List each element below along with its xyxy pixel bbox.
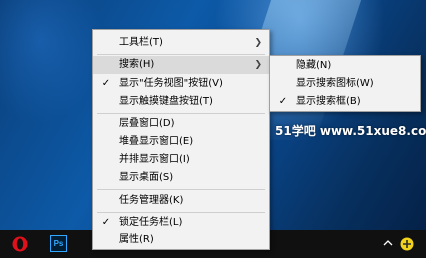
menu-item-show-desktop[interactable]: 显示桌面(S) xyxy=(93,169,269,187)
menu-item-lock-taskbar[interactable]: ✓ 锁定任务栏(L) xyxy=(93,214,269,232)
submenu-item-label: 隐藏(N) xyxy=(296,60,332,71)
menu-item-label: 显示桌面(S) xyxy=(119,172,174,183)
tray-app-icon[interactable] xyxy=(400,237,414,251)
menu-separator xyxy=(97,113,265,114)
watermark-text: 51学吧 www.51xue8.com xyxy=(275,124,426,138)
opera-icon[interactable] xyxy=(12,236,28,252)
taskbar-context-menu: 工具栏(T) ❯ 搜索(H) ❯ ✓ 显示"任务视图"按钮(V) 显示触摸键盘按… xyxy=(92,29,270,250)
submenu-item-show-search-box[interactable]: ✓ 显示搜索框(B) xyxy=(270,93,420,111)
menu-item-search[interactable]: 搜索(H) ❯ xyxy=(93,56,269,74)
checkmark-icon: ✓ xyxy=(101,217,111,228)
submenu-item-hidden[interactable]: 隐藏(N) xyxy=(270,57,420,75)
menu-item-label: 锁定任务栏(L) xyxy=(119,217,183,228)
photoshop-icon[interactable]: Ps xyxy=(50,235,67,252)
menu-item-label: 属性(R) xyxy=(119,234,154,245)
submenu-item-label: 显示搜索框(B) xyxy=(296,96,361,107)
menu-separator xyxy=(97,54,265,55)
chevron-right-icon: ❯ xyxy=(254,38,262,48)
menu-item-label: 层叠窗口(D) xyxy=(119,118,175,129)
menu-item-side-by-side-windows[interactable]: 并排显示窗口(I) xyxy=(93,151,269,169)
menu-item-label: 显示触摸键盘按钮(T) xyxy=(119,96,213,107)
menu-item-stack-windows[interactable]: 堆叠显示窗口(E) xyxy=(93,133,269,151)
menu-item-label: 显示"任务视图"按钮(V) xyxy=(119,78,223,89)
menu-item-cascade-windows[interactable]: 层叠窗口(D) xyxy=(93,115,269,133)
menu-separator xyxy=(97,212,265,213)
menu-item-task-view-button[interactable]: ✓ 显示"任务视图"按钮(V) xyxy=(93,75,269,93)
submenu-item-label: 显示搜索图标(W) xyxy=(296,78,374,89)
menu-item-label: 任务管理器(K) xyxy=(119,195,184,206)
checkmark-icon: ✓ xyxy=(101,78,111,89)
submenu-item-show-search-icon[interactable]: 显示搜索图标(W) xyxy=(270,75,420,93)
menu-item-label: 堆叠显示窗口(E) xyxy=(119,136,194,147)
menu-item-task-manager[interactable]: 任务管理器(K) xyxy=(93,192,269,210)
menu-item-label: 工具栏(T) xyxy=(119,37,163,48)
search-submenu: 隐藏(N) 显示搜索图标(W) ✓ 显示搜索框(B) xyxy=(269,55,421,112)
menu-separator xyxy=(97,189,265,190)
chevron-up-icon[interactable] xyxy=(383,238,393,248)
checkmark-icon: ✓ xyxy=(278,96,288,107)
menu-item-touch-keyboard-button[interactable]: 显示触摸键盘按钮(T) xyxy=(93,93,269,111)
menu-item-label: 搜索(H) xyxy=(119,59,155,70)
chevron-right-icon: ❯ xyxy=(254,60,262,70)
menu-item-properties[interactable]: 属性(R) xyxy=(93,231,269,249)
menu-item-label: 并排显示窗口(I) xyxy=(119,154,190,165)
menu-item-toolbars[interactable]: 工具栏(T) ❯ xyxy=(93,34,269,52)
